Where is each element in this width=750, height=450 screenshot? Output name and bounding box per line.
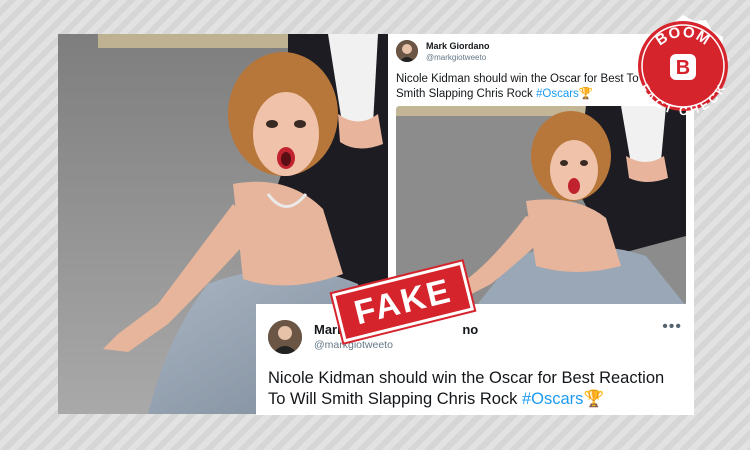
tweet-author-name-tail: no [462, 322, 479, 337]
boom-logo-icon: BOOM B FACT CHECK [637, 15, 729, 118]
tweet-author-name[interactable]: Mark Giordano [426, 41, 490, 51]
hashtag-link[interactable]: #Oscars [536, 88, 579, 100]
tweet-author-handle[interactable]: @markgiotweeto [426, 53, 486, 62]
badge-letter: B [676, 57, 690, 79]
tweet-text: Nicole Kidman should win the Oscar for B… [268, 368, 688, 410]
avatar[interactable] [396, 40, 418, 62]
avatar-icon [396, 40, 418, 62]
tweet-text-body: To Will Smith Slapping Chris Rock [268, 390, 522, 408]
avatar[interactable] [268, 320, 302, 354]
hashtag-link[interactable]: #Oscars [522, 390, 583, 408]
trophy-icon: 🏆 [578, 88, 594, 100]
tweet-text-line1: Nicole Kidman should win the Oscar for B… [268, 369, 665, 387]
more-options-icon[interactable]: ••• [662, 318, 682, 336]
tweet-card-large[interactable]: Mark no @markgiotweeto ••• Nicole Kidman … [256, 304, 694, 415]
boom-fact-check-badge: BOOM B FACT CHECK [628, 12, 738, 122]
avatar-icon [268, 320, 302, 354]
trophy-icon: 🏆 [583, 390, 604, 408]
tweet-text-line2: To Will Smith Slapping Chris Rock #Oscar… [268, 389, 688, 410]
tweet-text-body: Nicole Kidman should win the Oscar for B… [396, 73, 661, 100]
tweet-author-handle[interactable]: @markgiotweeto [314, 339, 393, 351]
